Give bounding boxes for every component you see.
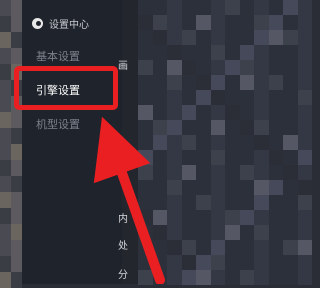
annotation-arrow [93, 116, 165, 284]
settings-window: 设置中心 基本设置 引擎设置 机型设置 画 内 处 分 [0, 0, 312, 288]
